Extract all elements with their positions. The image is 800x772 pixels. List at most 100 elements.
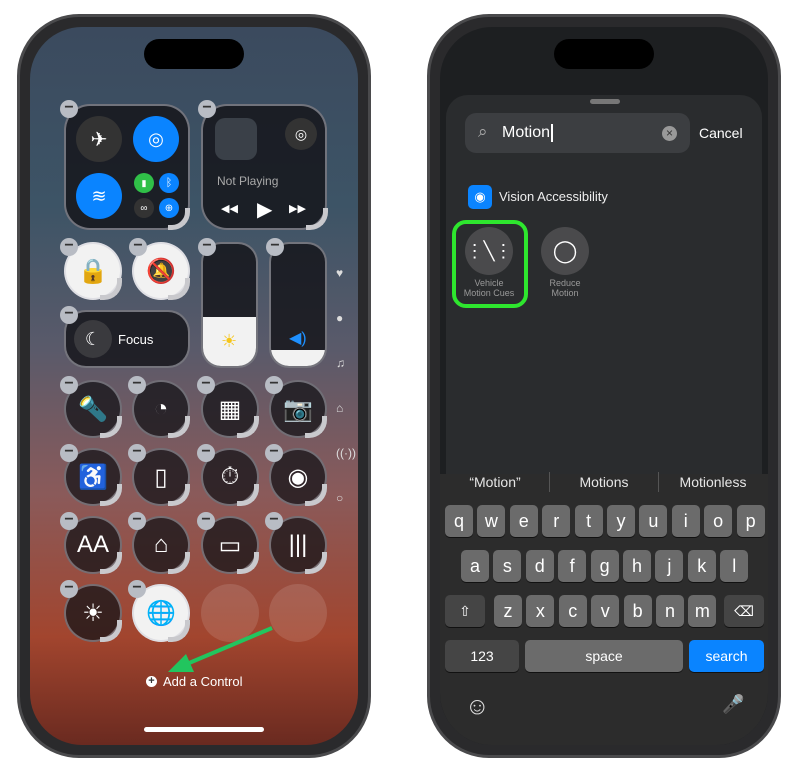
now-playing-status: Not Playing [217, 174, 279, 188]
remove-icon[interactable]: − [60, 238, 78, 256]
key-o[interactable]: o [704, 505, 733, 537]
remove-icon[interactable]: − [265, 512, 283, 530]
label-line: Motion Cues [463, 288, 515, 298]
remove-icon[interactable]: − [60, 512, 78, 530]
search-icon: ⌕ [478, 122, 488, 141]
suggestion-3[interactable]: Motionless [658, 474, 768, 490]
label-line: Motion [551, 288, 579, 298]
reduce-motion-icon[interactable]: ◯ [541, 227, 589, 275]
remove-icon[interactable]: − [60, 100, 78, 118]
wifi-icon[interactable]: ≋ [76, 173, 122, 219]
bluetooth-icon[interactable]: ᛒ [159, 173, 179, 193]
microphone-icon[interactable]: 🎤 [722, 694, 744, 715]
remove-icon[interactable]: − [198, 238, 216, 256]
section-title: Vision Accessibility [499, 189, 608, 204]
key-r[interactable]: r [542, 505, 571, 537]
clear-icon[interactable]: × [662, 126, 677, 141]
key-e[interactable]: e [509, 505, 538, 537]
volume-fill [271, 350, 325, 366]
airdrop-icon[interactable]: ◎ [133, 116, 179, 162]
remove-icon[interactable]: − [197, 512, 215, 530]
remove-icon[interactable]: − [197, 444, 215, 462]
key-n[interactable]: n [656, 595, 684, 627]
search-input[interactable]: Motion [502, 124, 554, 142]
cancel-button[interactable]: Cancel [699, 125, 743, 141]
key-c[interactable]: c [558, 595, 587, 627]
speaker-icon: ◀) [289, 330, 307, 347]
sheet-grabber[interactable] [590, 99, 620, 104]
remove-icon[interactable]: − [128, 444, 146, 462]
dynamic-island [144, 39, 244, 69]
key-z[interactable]: z [494, 595, 522, 627]
key-u[interactable]: u [639, 505, 668, 537]
key-v[interactable]: v [591, 595, 620, 627]
page-indicator-icon[interactable]: ♥ [336, 266, 343, 280]
remove-icon[interactable]: − [266, 238, 284, 256]
numbers-key[interactable]: 123 [445, 640, 519, 672]
page-indicator-icon[interactable]: ♫ [336, 356, 345, 370]
label-line: Vehicle [474, 278, 504, 288]
key-s[interactable]: s [493, 550, 522, 582]
focus-label: Focus [118, 332, 154, 347]
forward-icon[interactable]: ▶▶ [289, 202, 306, 215]
key-j[interactable]: j [655, 550, 684, 582]
remove-icon[interactable]: − [60, 580, 78, 598]
key-k[interactable]: k [687, 550, 716, 582]
play-icon[interactable]: ▶ [257, 197, 272, 222]
key-g[interactable]: g [590, 550, 619, 582]
remove-icon[interactable]: − [265, 376, 283, 394]
key-x[interactable]: x [526, 595, 555, 627]
key-q[interactable]: q [445, 505, 473, 537]
home-indicator [144, 727, 264, 732]
timer-icon: ◔ [153, 395, 169, 422]
suggestion-1[interactable]: “Motion” [440, 474, 550, 490]
key-f[interactable]: f [558, 550, 587, 582]
brightness-slider[interactable]: ☀ [201, 242, 258, 368]
key-h[interactable]: h [623, 550, 651, 582]
key-i[interactable]: i [671, 505, 700, 537]
divider [658, 472, 659, 492]
search-field[interactable]: ⌕ Motion × [465, 113, 690, 153]
airplane-icon[interactable]: ✈ [76, 116, 122, 162]
space-key[interactable]: space [525, 640, 683, 672]
vehicle-motion-cues-icon[interactable]: ⋮╲⋮ [465, 227, 513, 275]
remove-icon[interactable]: − [128, 580, 146, 598]
sun-icon: ☀ [221, 331, 238, 351]
airplay-icon[interactable]: ◎ [285, 118, 317, 150]
key-m[interactable]: m [688, 595, 717, 627]
rewind-icon[interactable]: ◀◀ [221, 202, 238, 215]
page-indicator-icon[interactable]: ● [336, 311, 343, 325]
key-d[interactable]: d [525, 550, 554, 582]
delete-key[interactable]: ⌫ [724, 595, 764, 627]
focus-button[interactable]: ☾ Focus [64, 310, 190, 368]
link-icon[interactable]: ∞ [134, 198, 154, 218]
vehicle-motion-cues-label: Vehicle Motion Cues [455, 278, 523, 298]
suggestion-2[interactable]: Motions [549, 474, 659, 490]
emoji-icon[interactable]: ☺ [465, 693, 490, 721]
search-key[interactable]: search [689, 640, 764, 672]
remove-icon[interactable]: − [60, 444, 78, 462]
volume-slider[interactable]: ◀) [269, 242, 327, 368]
page-indicator-icon[interactable]: ○ [336, 491, 343, 505]
key-w[interactable]: w [477, 505, 506, 537]
remove-icon[interactable]: − [128, 512, 146, 530]
remove-icon[interactable]: − [197, 376, 215, 394]
page-indicator-icon[interactable]: ⌂ [336, 401, 343, 415]
reduce-motion-label: Reduce Motion [531, 278, 599, 298]
key-l[interactable]: l [720, 550, 749, 582]
remove-icon[interactable]: − [60, 306, 78, 324]
shift-key[interactable]: ⇧ [445, 595, 485, 627]
cellular-icon[interactable]: ▮ [134, 173, 154, 193]
remove-icon[interactable]: − [128, 376, 146, 394]
remove-icon[interactable]: − [198, 100, 216, 118]
remove-icon[interactable]: − [60, 376, 78, 394]
key-b[interactable]: b [623, 595, 652, 627]
key-a[interactable]: a [461, 550, 489, 582]
key-t[interactable]: t [574, 505, 603, 537]
remove-icon[interactable]: − [129, 238, 147, 256]
dynamic-island [554, 39, 654, 69]
page-indicator-icon[interactable]: ((·)) [336, 446, 356, 460]
key-p[interactable]: p [736, 505, 765, 537]
remove-icon[interactable]: − [265, 444, 283, 462]
key-y[interactable]: y [607, 505, 635, 537]
